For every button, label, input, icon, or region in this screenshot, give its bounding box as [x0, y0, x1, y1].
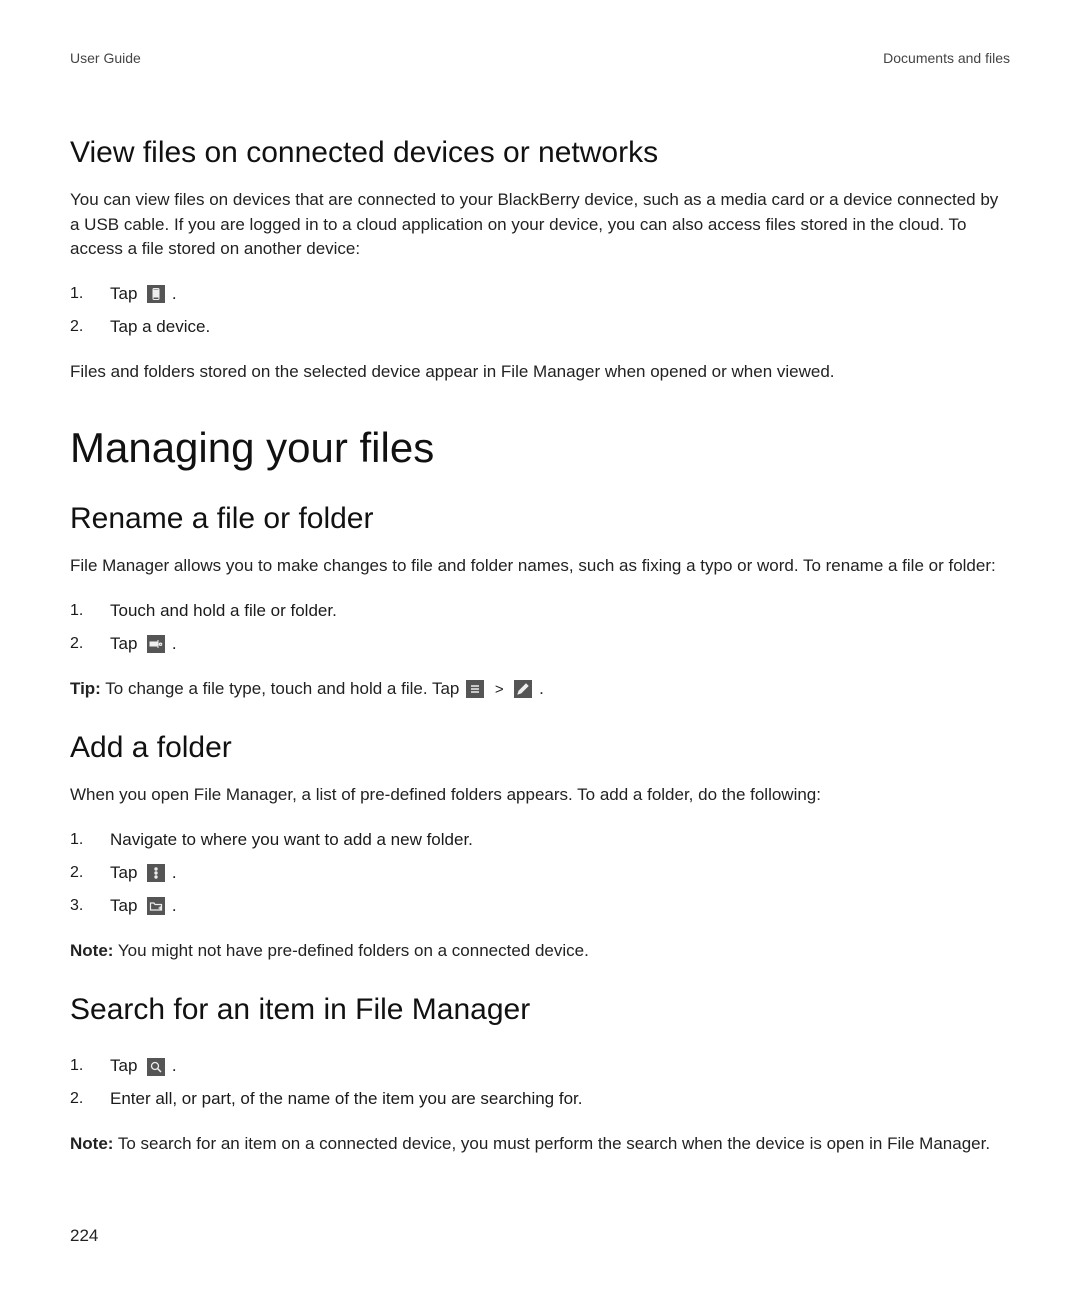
- section-add-folder-title: Add a folder: [70, 731, 1010, 765]
- tip-text: To change a file type, touch and hold a …: [101, 679, 460, 698]
- add-folder-icon: [147, 897, 165, 915]
- tap-label: Tap: [110, 896, 137, 915]
- section1-step1: Tap .: [70, 280, 1010, 309]
- section-rename-title: Rename a file or folder: [70, 502, 1010, 536]
- section3-intro: When you open File Manager, a list of pr…: [70, 783, 1010, 808]
- section3-note: Note: You might not have pre-defined fol…: [70, 939, 1010, 964]
- section1-intro: You can view files on devices that are c…: [70, 188, 1010, 262]
- search-icon: [147, 1058, 165, 1076]
- period: .: [172, 634, 177, 653]
- svg-text:C: C: [159, 642, 162, 647]
- device-icon: [147, 285, 165, 303]
- header-right: Documents and files: [883, 50, 1010, 66]
- section3-step3: Tap .: [70, 892, 1010, 921]
- section1-step2: Tap a device.: [70, 313, 1010, 342]
- rename-icon: ABC: [147, 635, 165, 653]
- section2-step1: Touch and hold a file or folder.: [70, 597, 1010, 626]
- note-label: Note:: [70, 1134, 113, 1153]
- section2-tip: Tip: To change a file type, touch and ho…: [70, 677, 1010, 702]
- tip-label: Tip:: [70, 679, 101, 698]
- chevron-right: >: [495, 681, 504, 698]
- tap-label: Tap: [110, 284, 137, 303]
- period: .: [172, 284, 177, 303]
- svg-text:AB: AB: [151, 642, 157, 647]
- section1-outro: Files and folders stored on the selected…: [70, 360, 1010, 385]
- period: .: [172, 863, 177, 882]
- note-text: You might not have pre-defined folders o…: [113, 941, 588, 960]
- note-label: Note:: [70, 941, 113, 960]
- section4-step2: Enter all, or part, of the name of the i…: [70, 1085, 1010, 1114]
- main-title: Managing your files: [70, 424, 1010, 472]
- section4-note: Note: To search for an item on a connect…: [70, 1132, 1010, 1157]
- section-view-files-title: View files on connected devices or netwo…: [70, 136, 1010, 170]
- period: .: [539, 679, 544, 698]
- note-text: To search for an item on a connected dev…: [113, 1134, 990, 1153]
- period: .: [172, 1056, 177, 1075]
- properties-icon: [466, 680, 484, 698]
- page-number: 224: [70, 1226, 98, 1246]
- section-search-title: Search for an item in File Manager: [70, 993, 1010, 1027]
- tap-label: Tap: [110, 634, 137, 653]
- period: .: [172, 896, 177, 915]
- section2-intro: File Manager allows you to make changes …: [70, 554, 1010, 579]
- section2-step2: Tap ABC .: [70, 630, 1010, 659]
- header-left: User Guide: [70, 50, 141, 66]
- tap-label: Tap: [110, 863, 137, 882]
- tap-label: Tap: [110, 1056, 137, 1075]
- section3-step1: Navigate to where you want to add a new …: [70, 826, 1010, 855]
- section4-step1: Tap .: [70, 1052, 1010, 1081]
- edit-icon: [514, 680, 532, 698]
- more-icon: [147, 864, 165, 882]
- section3-step2: Tap .: [70, 859, 1010, 888]
